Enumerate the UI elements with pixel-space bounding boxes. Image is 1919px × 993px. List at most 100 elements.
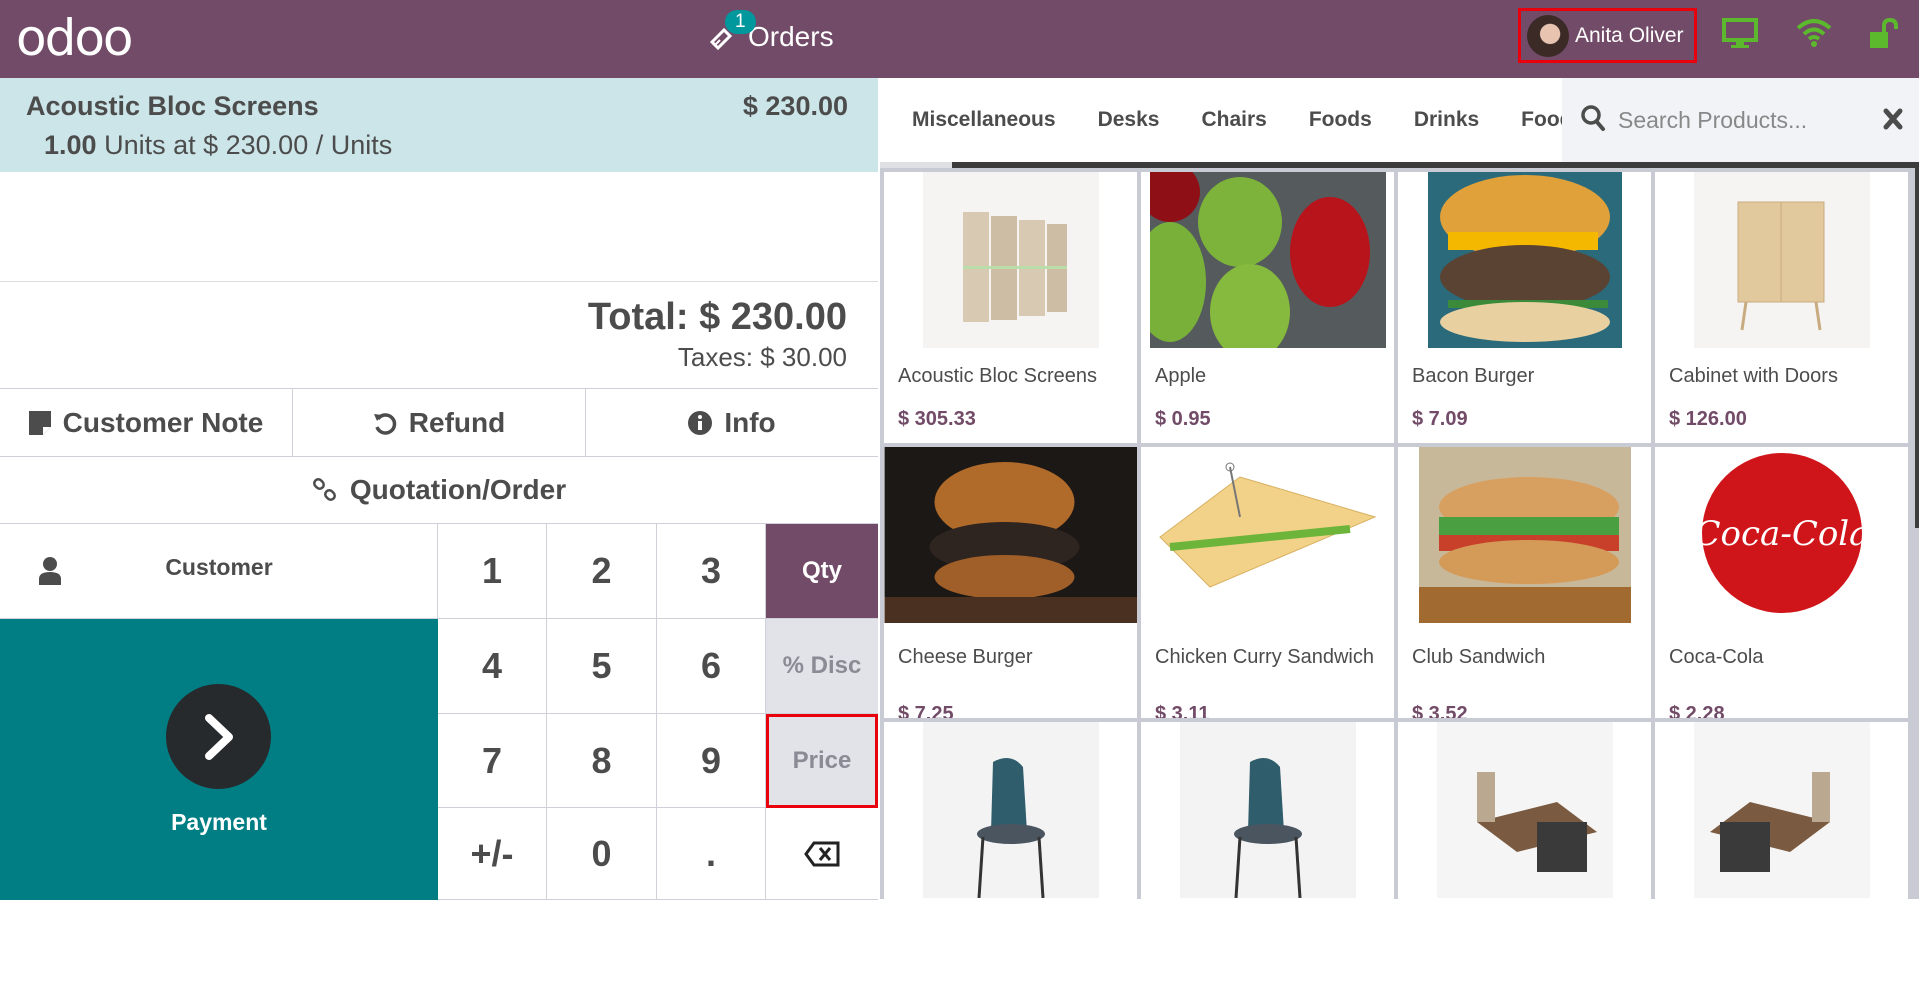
numpad-key-1[interactable]: 1 [438,524,547,619]
numpad-key-plus-minus[interactable]: +/- [438,808,547,900]
numpad-key-0[interactable]: 0 [547,808,657,900]
clear-search-icon[interactable] [1883,108,1903,135]
product-grid: Acoustic Bloc Screens $ 305.33 Apple $ 0… [884,172,1908,993]
quotation-order-button[interactable]: Quotation/Order [0,457,878,523]
product-card[interactable]: Apple $ 0.95 [1141,172,1394,443]
numpad-key-2[interactable]: 2 [547,524,657,619]
mode-discount-button[interactable]: % Disc [766,619,878,714]
product-card[interactable]: Cabinet with Doors $ 126.00 [1655,172,1908,443]
refund-button[interactable]: Refund [293,389,586,456]
product-card[interactable] [1655,722,1908,993]
cashier-selector[interactable]: Anita Oliver [1518,8,1697,63]
payment-button[interactable]: Payment [0,619,438,900]
category-desks[interactable]: Desks [1077,108,1181,132]
wifi-icon[interactable] [1796,18,1836,58]
category-chairs[interactable]: Chairs [1180,108,1287,132]
numpad-key-7[interactable]: 7 [438,714,547,808]
search-products-input[interactable] [1618,106,1858,134]
numpad-area: Customer Payment 1 2 3 Qty 4 5 6 % Disc … [0,523,878,900]
product-card[interactable] [1141,722,1394,993]
product-card[interactable]: Bacon Burger $ 7.09 [1398,172,1651,443]
product-image-bacon-burger [1427,172,1622,348]
order-line-total: $ 230.00 [742,91,848,121]
order-line-product: Acoustic Bloc Screens [26,91,319,121]
customer-label: Customer [165,554,273,580]
product-name: Cheese Burger [898,646,1033,668]
category-miscellaneous[interactable]: Miscellaneous [880,108,1077,132]
undo-icon [373,411,397,435]
ticket-icon: 1 [708,10,756,51]
product-image-apple [1149,172,1386,348]
product-name: Coca-Cola [1669,646,1764,668]
payment-circle [166,684,271,789]
numpad-key-6[interactable]: 6 [657,619,766,714]
product-name: Cabinet with Doors [1669,365,1838,387]
product-name: Acoustic Bloc Screens [898,365,1097,387]
search-box [1562,78,1919,162]
link-icon [312,477,338,503]
info-circle-icon [688,410,713,435]
numpad-key-8[interactable]: 8 [547,714,657,808]
product-price: $ 0.95 [1155,408,1211,430]
product-name: Chicken Curry Sandwich [1155,646,1374,668]
product-image-desk [1436,722,1613,898]
product-price: $ 3.11 [1155,703,1210,718]
cashier-avatar [1527,14,1569,57]
order-separator [0,281,878,282]
product-price: $ 7.09 [1412,408,1468,430]
product-image-club-sandwich [1418,447,1631,623]
unlock-icon[interactable] [1868,17,1908,58]
chevron-right-icon [204,713,233,760]
orders-count-badge: 1 [725,10,756,34]
orders-button[interactable]: 1 Orders [708,10,834,62]
info-label: Info [724,406,776,438]
quotation-order-label: Quotation/Order [349,474,567,505]
product-image-coca-cola: Coca-Cola [1693,447,1870,623]
product-name: Apple [1155,365,1207,387]
product-image-chair [1179,722,1356,898]
refund-label: Refund [408,406,506,438]
svg-text:Coca-Cola: Coca-Cola [1694,514,1869,554]
mode-qty-button[interactable]: Qty [766,524,878,619]
product-card[interactable]: Chicken Curry Sandwich $ 3.11 [1141,447,1394,718]
customer-note-button[interactable]: Customer Note [0,389,293,456]
product-card[interactable]: Cheese Burger $ 7.25 [884,447,1137,718]
order-taxes: Taxes: $ 30.00 [677,342,847,372]
product-card[interactable]: Coca-Cola Coca-Cola $ 2.28 [1655,447,1908,718]
product-image-chicken-curry-sandwich [1149,447,1386,623]
numpad-key-3[interactable]: 3 [657,524,766,619]
product-screen: Miscellaneous Desks Chairs Foods Drinks … [880,78,1919,993]
category-foods[interactable]: Foods [1288,108,1393,132]
product-card[interactable]: Club Sandwich $ 3.52 [1398,447,1651,718]
product-image-cheese-burger [884,447,1137,623]
numpad-key-4[interactable]: 4 [438,619,547,714]
product-grid-wrapper: Acoustic Bloc Screens $ 305.33 Apple $ 0… [880,168,1919,993]
numpad-key-decimal[interactable]: . [657,808,766,900]
product-price: $ 305.33 [898,408,976,430]
info-button[interactable]: Info [586,389,878,456]
vertical-scrollbar[interactable] [1915,168,1919,528]
backspace-icon [804,841,840,866]
order-total: Total: $ 230.00 [587,296,847,338]
payment-label: Payment [171,809,267,835]
product-image-acoustic-screens [922,172,1099,348]
product-image-desk [1693,722,1870,898]
product-image-chair [922,722,1099,898]
product-image-cabinet [1693,172,1870,348]
product-card[interactable] [884,722,1137,993]
mode-price-button[interactable]: Price [766,714,878,808]
order-line-info: 1.00 Units at $ 230.00 / Units [44,130,392,161]
numpad-key-9[interactable]: 9 [657,714,766,808]
category-drinks[interactable]: Drinks [1393,108,1500,132]
order-line-qty: 1.00 [44,130,97,160]
order-line-unit-info: Units at $ 230.00 / Units [104,130,393,160]
order-line[interactable]: Acoustic Bloc Screens $ 230.00 1.00 Unit… [0,78,878,172]
orders-label: Orders [748,21,834,52]
product-card[interactable]: Acoustic Bloc Screens $ 305.33 [884,172,1137,443]
numpad-key-5[interactable]: 5 [547,619,657,714]
monitor-icon[interactable] [1722,18,1762,58]
backspace-button[interactable] [766,808,878,900]
customer-button[interactable]: Customer [0,524,438,619]
product-card[interactable] [1398,722,1651,993]
product-price: $ 126.00 [1669,408,1747,430]
